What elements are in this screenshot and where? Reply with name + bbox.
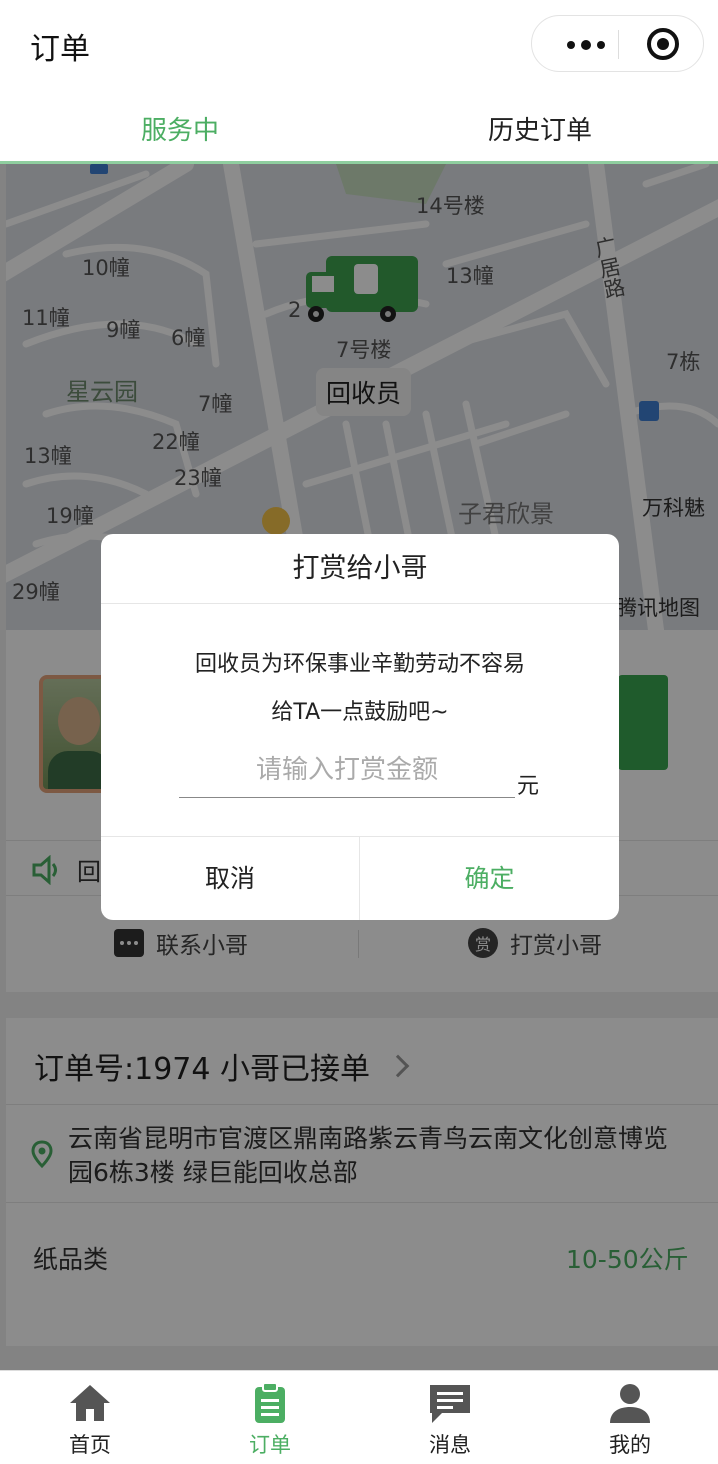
currency-unit: 元 [517, 774, 540, 799]
tabbar-item-home[interactable]: 首页 [30, 1371, 150, 1464]
reward-dialog: 打赏给小哥 回收员为环保事业辛勤劳动不容易 给TA一点鼓励吧~ 元 取消 确定 [101, 534, 619, 920]
tabbar-label: 订单 [249, 1433, 291, 1457]
dialog-message-line2: 给TA一点鼓励吧~ [271, 700, 449, 725]
dialog-footer: 取消 确定 [101, 836, 619, 920]
page-title: 订单 [30, 32, 90, 67]
message-icon [430, 1385, 470, 1423]
tabbar-item-profile[interactable]: 我的 [570, 1371, 690, 1464]
tabbar-label: 我的 [609, 1433, 651, 1457]
user-icon [610, 1384, 650, 1423]
tabbar-item-messages[interactable]: 消息 [390, 1371, 510, 1464]
miniprogram-capsule [531, 15, 704, 72]
dialog-title: 打赏给小哥 [101, 534, 619, 604]
dialog-message-line1: 回收员为环保事业辛勤劳动不容易 [194, 652, 525, 677]
home-icon [70, 1385, 110, 1421]
close-miniprogram-button[interactable] [647, 28, 679, 60]
capsule-divider [618, 30, 619, 59]
confirm-button[interactable]: 确定 [360, 837, 619, 920]
order-tabs: 服务中 历史订单 [0, 88, 718, 164]
tab-in-service[interactable]: 服务中 [141, 110, 219, 147]
nav-bar: 订单 [0, 0, 718, 88]
tabbar-item-orders[interactable]: 订单 [210, 1371, 330, 1464]
clipboard-icon [255, 1382, 285, 1423]
tabbar-label: 首页 [69, 1433, 111, 1457]
more-menu-button[interactable] [556, 16, 616, 73]
tab-history-orders[interactable]: 历史订单 [488, 110, 592, 147]
cancel-button[interactable]: 取消 [101, 837, 360, 920]
bottom-tab-bar: 首页 订单 消息 我的 [0, 1370, 718, 1464]
tabbar-label: 消息 [429, 1433, 471, 1457]
reward-amount-input[interactable] [179, 742, 515, 798]
